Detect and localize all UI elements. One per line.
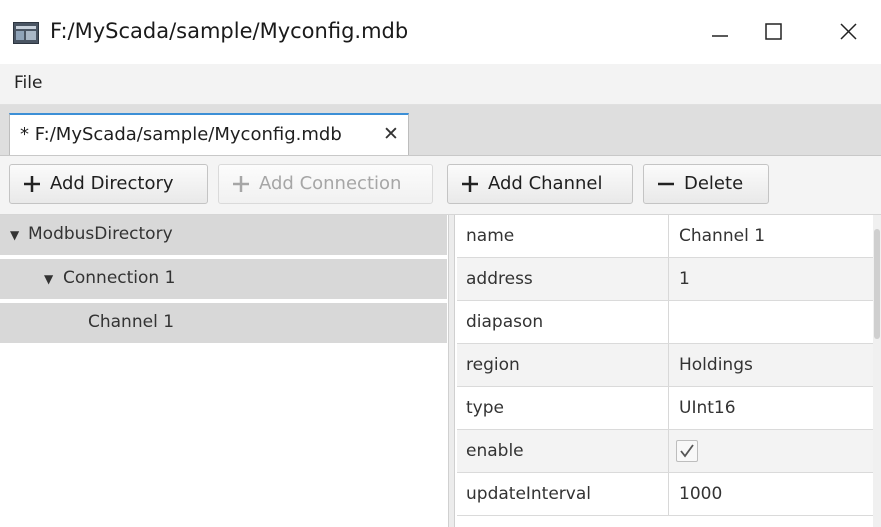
minimize-button[interactable] xyxy=(690,14,750,50)
column-divider xyxy=(668,473,669,515)
property-row[interactable]: address 1 xyxy=(457,258,873,301)
add-directory-label: Add Directory xyxy=(50,173,174,194)
column-divider xyxy=(668,344,669,386)
tree-item-label: Connection 1 xyxy=(63,268,176,288)
delete-button[interactable]: Delete xyxy=(643,164,769,204)
plus-icon xyxy=(24,176,40,192)
tab-strip: * F:/MyScada/sample/Myconfig.mdb ✕ xyxy=(0,105,881,156)
delete-label: Delete xyxy=(684,173,744,194)
tree-item-label: Channel 1 xyxy=(88,312,175,332)
property-value[interactable]: Holdings xyxy=(679,355,753,375)
add-connection-label: Add Connection xyxy=(259,173,402,194)
add-directory-button[interactable]: Add Directory xyxy=(9,164,208,204)
column-divider xyxy=(668,258,669,300)
property-value[interactable]: Channel 1 xyxy=(679,226,765,246)
property-sheet: name Channel 1 address 1 diapason region… xyxy=(457,215,873,527)
add-connection-button[interactable]: Add Connection xyxy=(218,164,433,204)
maximize-icon xyxy=(765,23,782,40)
property-row[interactable]: region Holdings xyxy=(457,344,873,387)
vertical-scrollbar[interactable] xyxy=(873,215,881,527)
checkmark-icon xyxy=(680,444,694,458)
property-name: enable xyxy=(466,441,524,461)
column-divider xyxy=(668,387,669,429)
property-value[interactable]: UInt16 xyxy=(679,398,736,418)
property-value[interactable]: 1 xyxy=(679,269,690,289)
expand-arrow-icon[interactable]: ▼ xyxy=(10,228,19,242)
window-title: F:/MyScada/sample/Myconfig.mdb xyxy=(50,19,409,43)
property-row[interactable]: enable xyxy=(457,430,873,473)
scrollbar-thumb[interactable] xyxy=(874,229,880,339)
close-window-button[interactable] xyxy=(818,14,878,50)
tab-close-icon[interactable]: ✕ xyxy=(383,123,399,145)
enable-checkbox[interactable] xyxy=(676,440,698,462)
property-name: diapason xyxy=(466,312,544,332)
column-divider xyxy=(668,301,669,343)
app-window-icon xyxy=(13,22,39,44)
property-row[interactable]: updateInterval 1000 xyxy=(457,473,873,516)
split-pane-divider[interactable] xyxy=(448,215,455,527)
property-row[interactable]: name Channel 1 xyxy=(457,215,873,258)
property-name: region xyxy=(466,355,520,375)
tree-item-label: ModbusDirectory xyxy=(28,224,173,244)
add-channel-label: Add Channel xyxy=(488,173,603,194)
property-row[interactable]: type UInt16 xyxy=(457,387,873,430)
plus-icon xyxy=(233,176,249,192)
column-divider xyxy=(668,215,669,257)
tab-myconfig[interactable]: * F:/MyScada/sample/Myconfig.mdb ✕ xyxy=(9,113,409,155)
minimize-icon xyxy=(712,35,728,37)
toolbar: Add Directory Add Connection Add Channel… xyxy=(0,156,881,215)
maximize-button[interactable] xyxy=(743,14,803,50)
minus-icon xyxy=(658,182,674,186)
menu-bar: File xyxy=(0,64,881,105)
property-row[interactable]: diapason xyxy=(457,301,873,344)
property-name: name xyxy=(466,226,515,246)
tree-item-directory[interactable]: ▼ ModbusDirectory xyxy=(0,215,447,255)
window-title-bar: F:/MyScada/sample/Myconfig.mdb xyxy=(0,0,881,64)
close-icon xyxy=(840,23,857,40)
column-divider xyxy=(668,430,669,472)
property-name: address xyxy=(466,269,533,289)
tree-view: ▼ ModbusDirectory ▼ Connection 1 Channel… xyxy=(0,215,455,527)
property-name: updateInterval xyxy=(466,484,592,504)
property-name: type xyxy=(466,398,504,418)
property-value[interactable]: 1000 xyxy=(679,484,722,504)
tab-label: * F:/MyScada/sample/Myconfig.mdb xyxy=(20,124,342,145)
tree-item-channel[interactable]: Channel 1 xyxy=(0,303,447,343)
menu-file[interactable]: File xyxy=(14,73,42,93)
plus-icon xyxy=(462,176,478,192)
expand-arrow-icon[interactable]: ▼ xyxy=(44,272,53,286)
tree-item-connection[interactable]: ▼ Connection 1 xyxy=(0,259,447,299)
add-channel-button[interactable]: Add Channel xyxy=(447,164,633,204)
